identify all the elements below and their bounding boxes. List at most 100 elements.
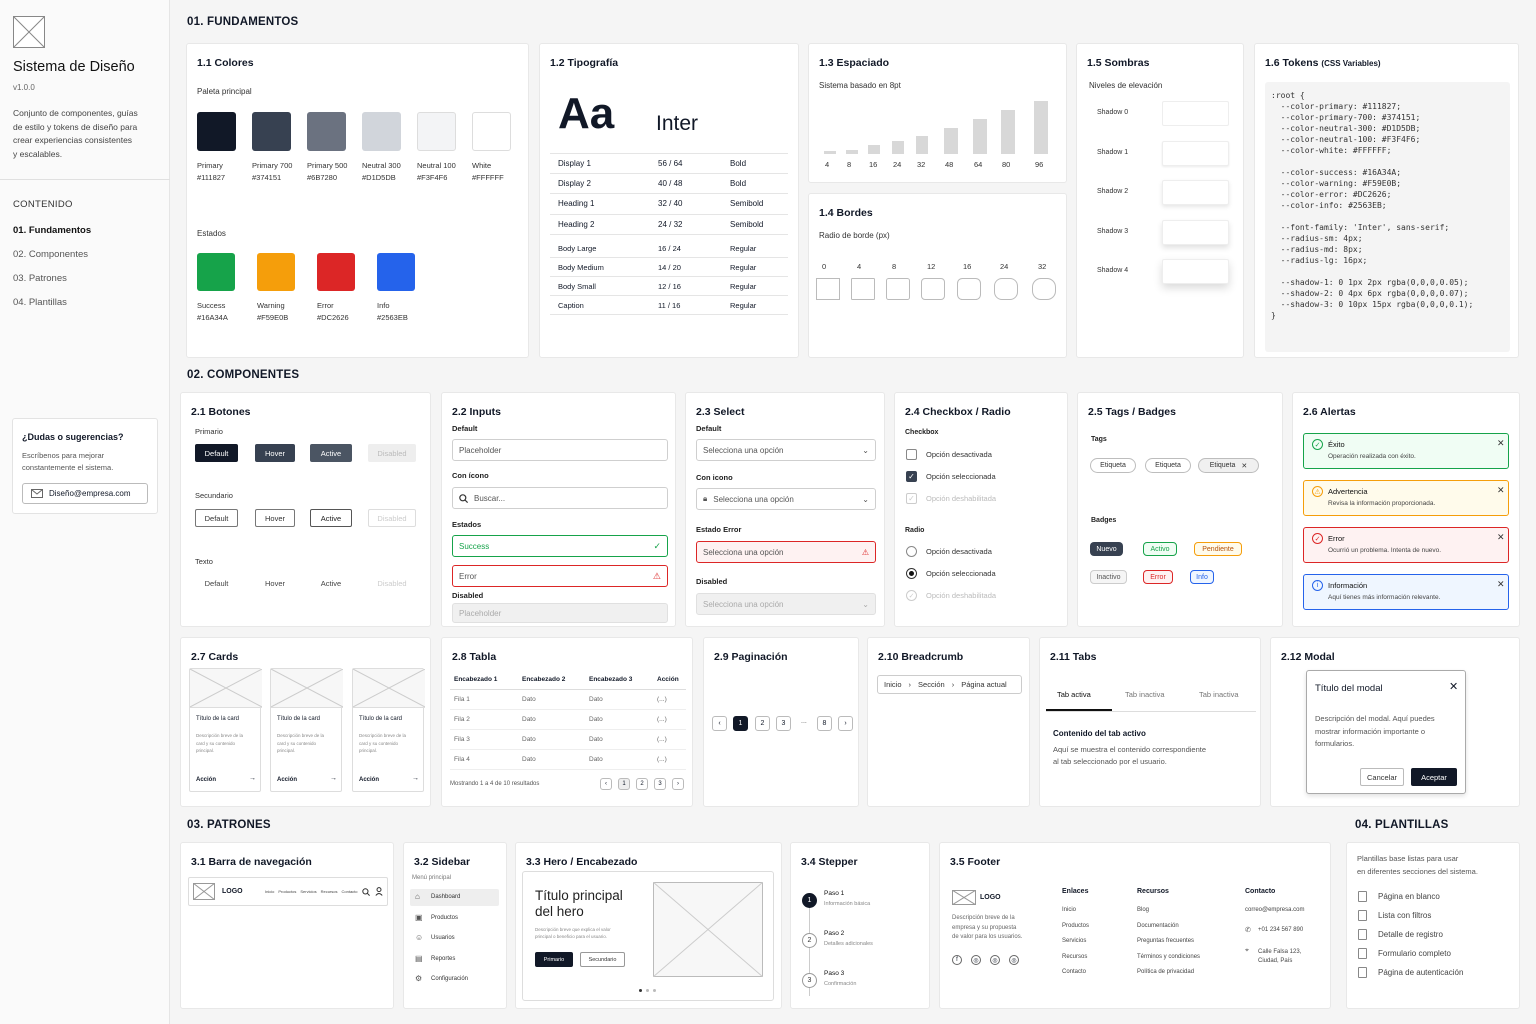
primary-active-button[interactable]: Active — [310, 444, 352, 462]
prev-page-button[interactable]: ‹ — [600, 778, 612, 790]
arrow-right-icon[interactable]: → — [412, 775, 419, 782]
template-link[interactable]: Lista con filtros — [1378, 911, 1431, 920]
breadcrumb-seccion[interactable]: Sección — [918, 680, 945, 689]
nav-link[interactable]: Inicio — [265, 889, 274, 894]
primary-hover-button[interactable]: Hover — [255, 444, 295, 462]
close-icon[interactable]: ✕ — [1449, 680, 1458, 693]
sidebar-pattern-item[interactable]: ⌂ Dashboard — [410, 889, 499, 906]
table-cell[interactable]: (...) — [657, 716, 667, 723]
arrow-right-icon[interactable]: → — [249, 775, 256, 782]
card-action[interactable]: Acción — [277, 777, 297, 783]
footer-link[interactable]: Inicio — [1062, 907, 1076, 913]
template-link[interactable]: Formulario completo — [1378, 949, 1451, 958]
icon-select[interactable]: 🔒︎ Selecciona una opción ⌄ — [696, 488, 876, 510]
tag-removable[interactable]: Etiqueta ✕ — [1198, 458, 1259, 473]
nav-patrones[interactable]: 03. Patrones — [13, 273, 67, 284]
template-link[interactable]: Página de autenticación — [1378, 968, 1463, 977]
search-icon[interactable] — [362, 888, 370, 896]
template-link[interactable]: Detalle de registro — [1378, 930, 1443, 939]
page-button[interactable]: 8 — [817, 716, 832, 731]
secondary-active-button[interactable]: Active — [310, 509, 352, 527]
error-input[interactable]: Error ⚠ — [452, 565, 668, 587]
sidebar-pattern-item[interactable]: ☺ Usuarios — [410, 930, 499, 947]
nav-link[interactable]: Recursos — [321, 889, 338, 894]
footer-link[interactable]: Servicios — [1062, 938, 1086, 944]
user-icon[interactable] — [375, 887, 383, 896]
page-button[interactable]: 1 — [618, 778, 630, 790]
success-input[interactable]: Success ✓ — [452, 535, 668, 557]
instagram-icon[interactable]: ◎ — [971, 955, 981, 965]
footer-link[interactable]: Blog — [1137, 907, 1149, 913]
step-indicator[interactable]: 1 — [802, 893, 817, 908]
close-icon[interactable]: ✕ — [1241, 462, 1247, 470]
secondary-default-button[interactable]: Default — [195, 509, 238, 527]
close-icon[interactable]: ✕ — [1497, 438, 1505, 449]
instagram-icon[interactable]: ◎ — [1009, 955, 1019, 965]
table-cell[interactable]: (...) — [657, 696, 667, 703]
tag-1[interactable]: Etiqueta — [1090, 458, 1136, 473]
secondary-hover-button[interactable]: Hover — [255, 509, 295, 527]
search-input[interactable]: Buscar... — [452, 487, 668, 509]
close-icon[interactable]: ✕ — [1497, 485, 1505, 496]
tab-inactive-1[interactable]: Tab inactiva — [1125, 690, 1165, 699]
footer-link[interactable]: Contacto — [1062, 969, 1086, 975]
facebook-icon[interactable]: f — [952, 955, 962, 965]
nav-componentes[interactable]: 02. Componentes — [13, 249, 88, 260]
prev-page-button[interactable]: ‹ — [712, 716, 727, 731]
table-cell[interactable]: (...) — [657, 756, 667, 763]
page-button[interactable]: 1 — [733, 716, 748, 731]
tab-active[interactable]: Tab activa — [1057, 690, 1091, 699]
next-page-button[interactable]: › — [838, 716, 853, 731]
step-indicator[interactable]: 3 — [802, 973, 817, 988]
card[interactable]: Título de la card Descripción breve de la… — [189, 668, 263, 792]
tag-2[interactable]: Etiqueta — [1145, 458, 1191, 473]
sidebar-pattern-item[interactable]: ▤ Reportes — [410, 951, 499, 968]
breadcrumb-inicio[interactable]: Inicio — [884, 680, 902, 689]
text-default-button[interactable]: Default — [195, 574, 238, 592]
checkbox-checked[interactable]: ✓ — [906, 471, 917, 482]
nav-fundamentos[interactable]: 01. Fundamentos — [13, 225, 91, 236]
page-button[interactable]: 2 — [636, 778, 648, 790]
default-select[interactable]: Selecciona una opción ⌄ — [696, 439, 876, 461]
tab-inactive-2[interactable]: Tab inactiva — [1199, 690, 1239, 699]
radio-selected[interactable] — [906, 568, 917, 579]
hero-secondary-button[interactable]: Secundario — [580, 952, 625, 967]
nav-plantillas[interactable]: 04. Plantillas — [13, 297, 67, 308]
page-button[interactable]: 2 — [755, 716, 770, 731]
primary-default-button[interactable]: Default — [195, 444, 238, 462]
table-cell[interactable]: (...) — [657, 736, 667, 743]
nav-link[interactable]: Servicios — [300, 889, 316, 894]
text-active-button[interactable]: Active — [310, 574, 352, 592]
sidebar-pattern-item[interactable]: ▣ Productos — [410, 910, 499, 927]
carousel-dots[interactable] — [639, 989, 656, 992]
text-hover-button[interactable]: Hover — [255, 574, 295, 592]
footer-link[interactable]: Política de privacidad — [1137, 969, 1194, 975]
footer-link[interactable]: Productos — [1062, 923, 1089, 929]
nav-link[interactable]: Contacto — [342, 889, 358, 894]
step-indicator[interactable]: 2 — [802, 933, 817, 948]
nav-link[interactable]: Productos — [278, 889, 296, 894]
page-button[interactable]: 3 — [654, 778, 666, 790]
card[interactable]: Título de la card Descripción breve de la… — [270, 668, 344, 792]
template-link[interactable]: Página en blanco — [1378, 892, 1440, 901]
close-icon[interactable]: ✕ — [1497, 532, 1505, 543]
card-action[interactable]: Acción — [196, 777, 216, 783]
footer-email[interactable]: correo@empresa.com — [1245, 907, 1304, 913]
footer-link[interactable]: Términos y condiciones — [1137, 954, 1200, 960]
help-email-button[interactable]: Diseño@empresa.com — [22, 483, 148, 504]
next-page-button[interactable]: › — [672, 778, 684, 790]
footer-link[interactable]: Documentación — [1137, 923, 1179, 929]
page-button[interactable]: 3 — [776, 716, 791, 731]
sidebar-pattern-item[interactable]: ⚙ Configuración — [410, 971, 499, 988]
footer-link[interactable]: Recursos — [1062, 954, 1087, 960]
footer-link[interactable]: Preguntas frecuentes — [1137, 938, 1194, 944]
checkbox-unchecked[interactable] — [906, 449, 917, 460]
modal-accept-button[interactable]: Aceptar — [1411, 768, 1457, 786]
radio-unselected[interactable] — [906, 546, 917, 557]
error-select[interactable]: Selecciona una opción ⚠ — [696, 541, 876, 563]
card-action[interactable]: Acción — [359, 777, 379, 783]
card[interactable]: Título de la card Descripción breve de la… — [352, 668, 426, 792]
default-input[interactable]: Placeholder — [452, 439, 668, 461]
arrow-right-icon[interactable]: → — [330, 775, 337, 782]
instagram-icon[interactable]: ◎ — [990, 955, 1000, 965]
